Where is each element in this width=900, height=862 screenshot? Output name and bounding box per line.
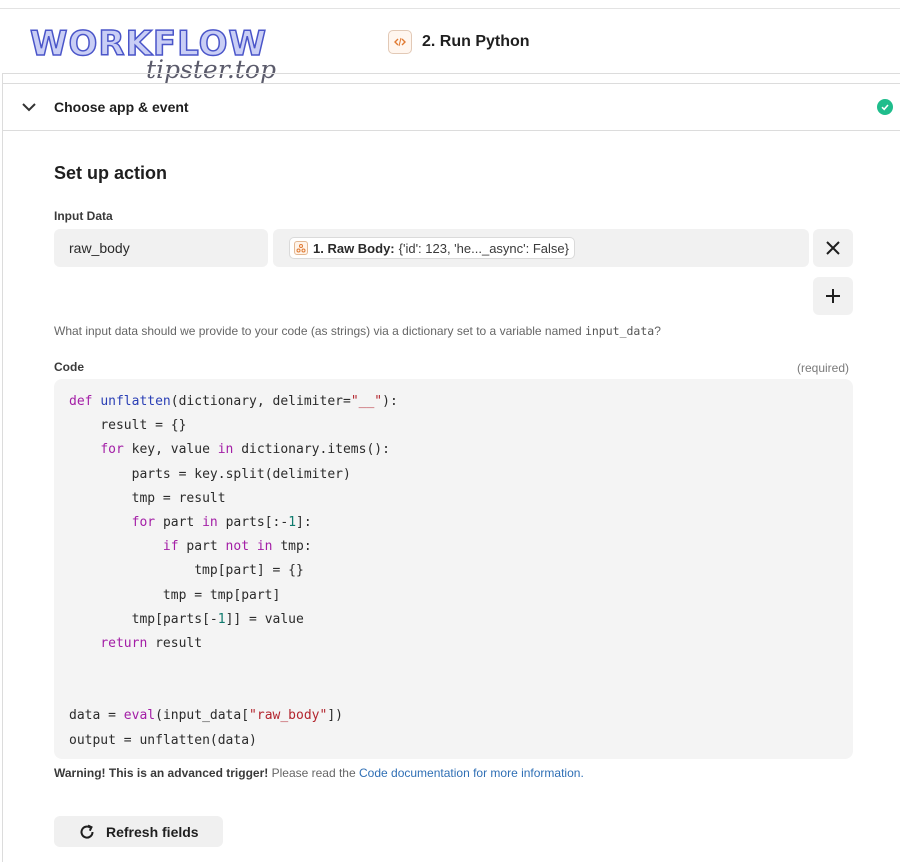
setup-action-title: Set up action xyxy=(54,163,168,183)
code-line: tmp = tmp[part] xyxy=(162,587,281,603)
code-line: for key, value in dictionary.items(): xyxy=(100,442,390,458)
input-key-field[interactable]: raw_body xyxy=(54,229,268,267)
help-text-prefix: What input data should we provide to you… xyxy=(54,324,585,338)
add-input-button[interactable] xyxy=(813,277,853,315)
required-badge: (required) xyxy=(797,361,850,375)
raw-body-pill[interactable]: 1. Raw Body: {'id': 123, 'he..._async': … xyxy=(289,237,575,259)
code-line: output = unflatten(data) xyxy=(69,732,257,748)
input-value-field[interactable]: 1. Raw Body: {'id': 123, 'he..._async': … xyxy=(273,229,809,267)
step-header: 2. Run Python xyxy=(388,29,530,55)
remove-input-button[interactable] xyxy=(813,229,853,267)
plus-icon xyxy=(826,289,840,303)
code-icon xyxy=(388,30,412,54)
code-line: tmp = result xyxy=(131,490,226,506)
choose-app-event-section[interactable]: Choose app & event xyxy=(3,83,900,131)
advanced-warning: Warning! This is an advanced trigger! Pl… xyxy=(54,766,584,780)
step-title: 2. Run Python xyxy=(422,33,530,50)
code-line: data = eval(input_data["raw_body"]) xyxy=(69,708,343,724)
pill-value: {'id': 123, 'he..._async': False} xyxy=(398,240,569,256)
code-editor[interactable]: def unflatten(dictionary, delimiter="__"… xyxy=(54,379,853,759)
code-line: def unflatten(dictionary, delimiter="__"… xyxy=(69,394,398,409)
input-data-label: Input Data xyxy=(54,209,113,223)
chevron-down-icon[interactable] xyxy=(20,98,38,116)
webhook-icon xyxy=(294,241,308,255)
help-text-suffix: ? xyxy=(654,324,661,338)
top-divider xyxy=(0,8,900,9)
code-line: parts = key.split(delimiter) xyxy=(131,466,351,482)
code-line: for part in parts[:-1]: xyxy=(131,514,312,530)
input-data-help: What input data should we provide to you… xyxy=(54,324,661,338)
code-line: return result xyxy=(100,635,203,651)
code-label: Code xyxy=(54,360,84,374)
code-docs-link[interactable]: Code documentation for more information. xyxy=(359,766,584,780)
input-key-value: raw_body xyxy=(69,240,130,256)
code-line: result = {} xyxy=(100,418,187,434)
code-line: tmp[part] = {} xyxy=(194,563,304,579)
warning-strong: Warning! This is an advanced trigger! xyxy=(54,766,269,780)
refresh-label: Refresh fields xyxy=(106,823,199,840)
refresh-fields-button[interactable]: Refresh fields xyxy=(54,816,223,847)
step-panel: Choose app & event Set up action Input D… xyxy=(2,73,900,862)
code-line: if part not in tmp: xyxy=(162,539,312,555)
section-label: Choose app & event xyxy=(54,99,189,115)
code-line: tmp[parts[-1]] = value xyxy=(131,611,304,627)
pill-label: 1. Raw Body: xyxy=(313,240,395,256)
warning-text: Please read the xyxy=(268,766,359,780)
check-circle-icon xyxy=(877,99,893,115)
close-icon xyxy=(826,241,840,255)
help-code: input_data xyxy=(584,324,655,338)
refresh-icon xyxy=(80,824,94,839)
